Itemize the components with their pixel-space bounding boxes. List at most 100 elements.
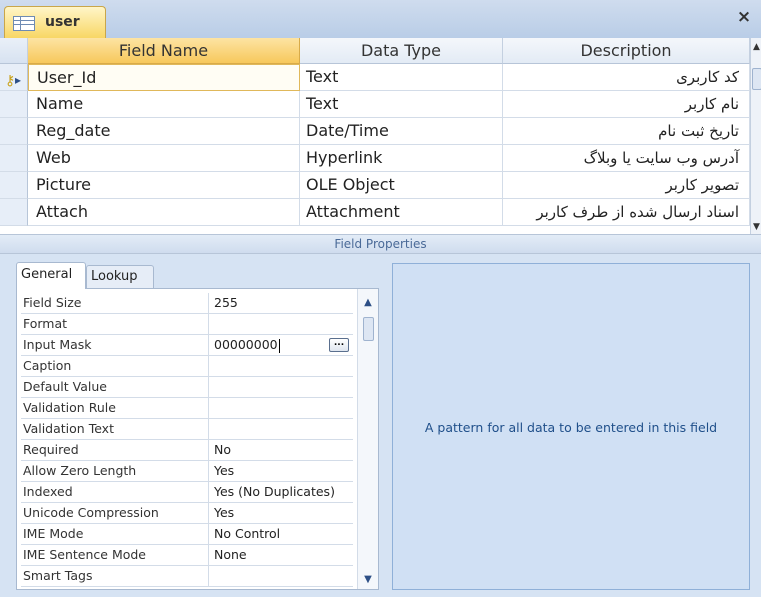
current-row-arrow-icon: ▸ xyxy=(15,73,22,87)
property-row-unicode-compression[interactable]: Unicode Compression Yes xyxy=(21,503,353,524)
builder-button-icon[interactable]: ... xyxy=(329,338,349,352)
field-properties-sheet: General Lookup Field Size 255 Format Inp… xyxy=(14,262,379,590)
property-value[interactable] xyxy=(209,398,353,419)
property-label: Indexed xyxy=(21,482,209,503)
property-label: Unicode Compression xyxy=(21,503,209,524)
description-cell[interactable]: نام کاربر xyxy=(503,91,750,118)
table-row[interactable]: ⚷ ▸ User_Id Text کد کاربری xyxy=(0,64,750,91)
property-label: Input Mask xyxy=(21,335,209,356)
property-value[interactable]: None xyxy=(209,545,353,566)
data-type-cell[interactable]: Attachment xyxy=(300,199,503,226)
property-value[interactable]: Yes xyxy=(209,503,353,524)
property-value[interactable] xyxy=(209,314,353,335)
data-type-cell[interactable]: Date/Time xyxy=(300,118,503,145)
field-design-grid: Field Name Data Type Description ⚷ ▸ Use… xyxy=(0,38,750,234)
property-label: IME Sentence Mode xyxy=(21,545,209,566)
help-text: A pattern for all data to be entered in … xyxy=(424,420,718,435)
property-value[interactable] xyxy=(209,566,353,587)
input-mask-value: 00000000 xyxy=(214,337,278,352)
property-help-panel: A pattern for all data to be entered in … xyxy=(392,263,750,590)
property-label: Validation Rule xyxy=(21,398,209,419)
column-header-data-type: Data Type xyxy=(300,38,503,64)
description-cell[interactable]: کد کاربری xyxy=(503,64,750,91)
property-label: Allow Zero Length xyxy=(21,461,209,482)
table-design-window: user × Field Name Data Type Description … xyxy=(0,0,761,597)
field-name-cell[interactable]: Attach xyxy=(28,199,300,226)
column-header-field-name: Field Name xyxy=(28,38,300,64)
scroll-down-arrow-icon[interactable]: ▼ xyxy=(358,574,378,585)
document-tab-strip: user × xyxy=(0,0,761,39)
row-selector[interactable]: ⚷ ▸ xyxy=(0,64,28,91)
scroll-thumb[interactable] xyxy=(752,68,761,90)
key-icon: ⚷ xyxy=(5,73,16,89)
property-value[interactable]: No xyxy=(209,440,353,461)
property-label: Format xyxy=(21,314,209,335)
property-row-indexed[interactable]: Indexed Yes (No Duplicates) xyxy=(21,482,353,503)
table-row[interactable]: Name Text نام کاربر xyxy=(0,91,750,118)
property-value[interactable] xyxy=(209,419,353,440)
data-type-cell[interactable]: Hyperlink xyxy=(300,145,503,172)
property-row-default-value[interactable]: Default Value xyxy=(21,377,353,398)
property-row-ime-mode[interactable]: IME Mode No Control xyxy=(21,524,353,545)
property-row-validation-text[interactable]: Validation Text xyxy=(21,419,353,440)
document-tab-user[interactable]: user xyxy=(4,6,106,38)
property-row-ime-sentence-mode[interactable]: IME Sentence Mode None xyxy=(21,545,353,566)
field-name-cell[interactable]: User_Id xyxy=(28,64,300,91)
scroll-up-arrow-icon[interactable]: ▲ xyxy=(751,42,761,52)
row-selector-header[interactable] xyxy=(0,38,28,64)
property-row-validation-rule[interactable]: Validation Rule xyxy=(21,398,353,419)
data-type-cell[interactable]: Text xyxy=(300,64,503,91)
close-icon[interactable]: × xyxy=(735,8,753,26)
property-row-allow-zero-length[interactable]: Allow Zero Length Yes xyxy=(21,461,353,482)
property-row-input-mask[interactable]: Input Mask 00000000 ... xyxy=(21,335,353,356)
grid-vertical-scrollbar[interactable]: ▲ ▼ xyxy=(750,38,761,234)
data-type-cell[interactable]: OLE Object xyxy=(300,172,503,199)
scroll-down-arrow-icon[interactable]: ▼ xyxy=(751,222,761,232)
properties-vertical-scrollbar[interactable]: ▲ ▼ xyxy=(357,289,378,589)
property-row-field-size[interactable]: Field Size 255 xyxy=(21,293,353,314)
property-row-caption[interactable]: Caption xyxy=(21,356,353,377)
property-value[interactable]: Yes xyxy=(209,461,353,482)
row-selector[interactable] xyxy=(0,118,28,145)
tab-general[interactable]: General xyxy=(16,262,86,289)
table-row[interactable]: Reg_date Date/Time تاریخ ثبت نام xyxy=(0,118,750,145)
property-label: Caption xyxy=(21,356,209,377)
description-cell[interactable]: تصویر کاربر xyxy=(503,172,750,199)
data-type-cell[interactable]: Text xyxy=(300,91,503,118)
row-selector[interactable] xyxy=(0,172,28,199)
property-value[interactable] xyxy=(209,356,353,377)
field-name-cell[interactable]: Web xyxy=(28,145,300,172)
tab-lookup[interactable]: Lookup xyxy=(86,265,154,288)
property-label: Required xyxy=(21,440,209,461)
field-name-cell[interactable]: Reg_date xyxy=(28,118,300,145)
property-value[interactable] xyxy=(209,377,353,398)
scroll-thumb[interactable] xyxy=(363,317,374,341)
document-tab-label: user xyxy=(45,14,80,30)
property-row-format[interactable]: Format xyxy=(21,314,353,335)
property-grid: Field Size 255 Format Input Mask 0000000… xyxy=(16,288,379,590)
property-value[interactable]: No Control xyxy=(209,524,353,545)
field-name-cell[interactable]: Name xyxy=(28,91,300,118)
table-row[interactable]: Picture OLE Object تصویر کاربر xyxy=(0,172,750,199)
description-cell[interactable]: اسناد ارسال شده از طرف کاربر xyxy=(503,199,750,226)
text-caret xyxy=(278,338,280,353)
field-name-cell[interactable]: Picture xyxy=(28,172,300,199)
description-cell[interactable]: آدرس وب سایت یا وبلاگ xyxy=(503,145,750,172)
scroll-up-arrow-icon[interactable]: ▲ xyxy=(358,297,378,308)
column-header-description: Description xyxy=(503,38,750,64)
property-label: Smart Tags xyxy=(21,566,209,587)
property-value[interactable]: 255 xyxy=(209,293,353,314)
row-selector[interactable] xyxy=(0,199,28,226)
property-value[interactable]: Yes (No Duplicates) xyxy=(209,482,353,503)
property-label: IME Mode xyxy=(21,524,209,545)
property-label: Default Value xyxy=(21,377,209,398)
property-row-required[interactable]: Required No xyxy=(21,440,353,461)
description-cell[interactable]: تاریخ ثبت نام xyxy=(503,118,750,145)
row-selector[interactable] xyxy=(0,145,28,172)
table-row[interactable]: Attach Attachment اسناد ارسال شده از طرف… xyxy=(0,199,750,226)
property-label: Field Size xyxy=(21,293,209,314)
row-selector[interactable] xyxy=(0,91,28,118)
property-row-smart-tags[interactable]: Smart Tags xyxy=(21,566,353,587)
table-row[interactable]: Web Hyperlink آدرس وب سایت یا وبلاگ xyxy=(0,145,750,172)
property-label: Validation Text xyxy=(21,419,209,440)
